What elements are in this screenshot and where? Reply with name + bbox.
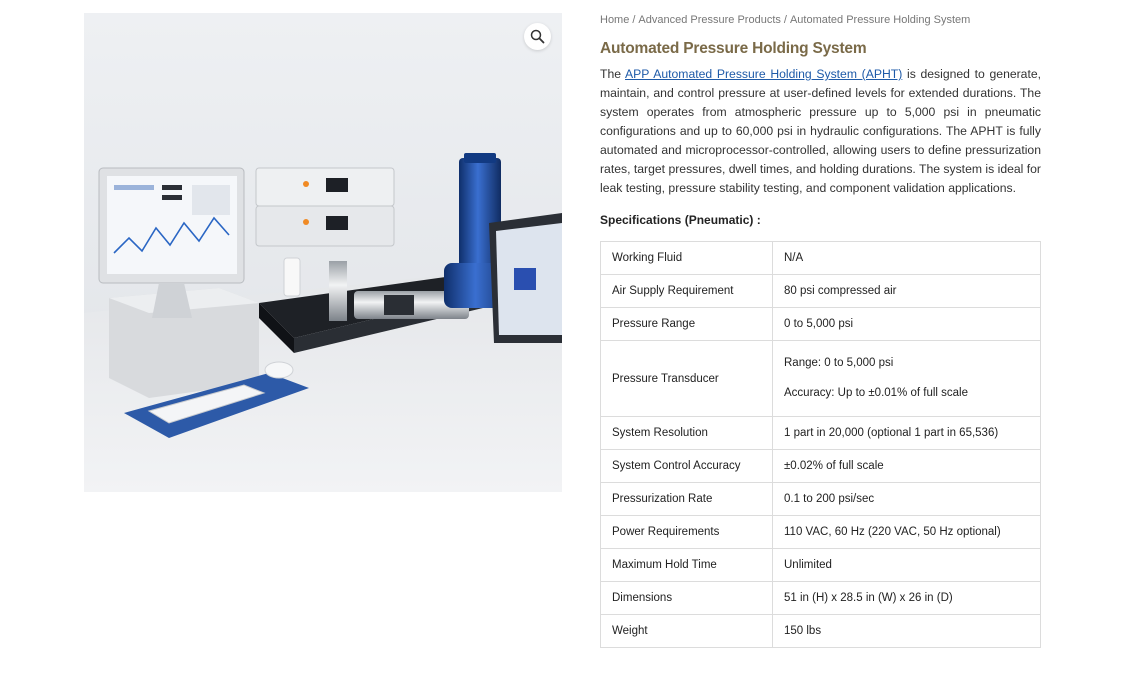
spec-label: Power Requirements <box>600 515 773 549</box>
spec-label: Pressure Transducer <box>600 340 773 417</box>
spec-value: 0.1 to 200 psi/sec <box>772 482 1041 516</box>
table-row: System Control Accuracy ±0.02% of full s… <box>600 449 1041 483</box>
table-row: Pressurization Rate 0.1 to 200 psi/sec <box>600 482 1041 516</box>
spec-label: System Control Accuracy <box>600 449 773 483</box>
spec-label: Air Supply Requirement <box>600 274 773 308</box>
spec-value: 80 psi compressed air <box>772 274 1041 308</box>
product-title: Automated Pressure Holding System <box>600 40 867 57</box>
specs-table: Working Fluid N/A Air Supply Requirement… <box>600 241 1041 648</box>
breadcrumb-category[interactable]: Advanced Pressure Products <box>638 14 780 26</box>
spec-label: Working Fluid <box>600 241 773 275</box>
spec-value-line: Accuracy: Up to ±0.01% of full scale <box>784 387 969 399</box>
table-row: Weight 150 lbs <box>600 614 1041 648</box>
spec-label: Weight <box>600 614 773 648</box>
spec-value: 110 VAC, 60 Hz (220 VAC, 50 Hz optional) <box>772 515 1041 549</box>
description-body: is designed to generate, maintain, and c… <box>600 67 1042 195</box>
table-row: Air Supply Requirement 80 psi compressed… <box>600 274 1041 308</box>
breadcrumb-separator: / <box>783 14 787 26</box>
breadcrumb-home[interactable]: Home <box>600 14 629 26</box>
table-row: Power Requirements 110 VAC, 60 Hz (220 V… <box>600 515 1041 549</box>
table-row: Pressure Range 0 to 5,000 psi <box>600 307 1041 341</box>
spec-label: Maximum Hold Time <box>600 548 773 582</box>
product-description: The APP Automated Pressure Holding Syste… <box>600 65 1041 198</box>
breadcrumb-separator: / <box>632 14 636 26</box>
product-image-gallery[interactable] <box>84 13 562 492</box>
table-row: Maximum Hold Time Unlimited <box>600 548 1041 582</box>
table-row: System Resolution 1 part in 20,000 (opti… <box>600 416 1041 450</box>
spec-value: ±0.02% of full scale <box>772 449 1041 483</box>
breadcrumb: Home / Advanced Pressure Products / Automate… <box>600 14 970 26</box>
product-image[interactable] <box>84 13 562 492</box>
product-link[interactable]: APP Automated Pressure Holding System (A… <box>625 67 902 81</box>
spec-label: Dimensions <box>600 581 773 615</box>
spec-value: 150 lbs <box>772 614 1041 648</box>
spec-value: 51 in (H) x 28.5 in (W) x 26 in (D) <box>772 581 1041 615</box>
spec-value: Range: 0 to 5,000 psi Accuracy: Up to ±0… <box>772 340 1041 417</box>
spec-value: N/A <box>772 241 1041 275</box>
magnifier-icon <box>530 29 545 44</box>
zoom-button[interactable] <box>524 23 551 50</box>
table-row: Dimensions 51 in (H) x 28.5 in (W) x 26 … <box>600 581 1041 615</box>
table-row: Working Fluid N/A <box>600 241 1041 275</box>
spec-value: Unlimited <box>772 548 1041 582</box>
table-row: Pressure Transducer Range: 0 to 5,000 ps… <box>600 340 1041 417</box>
spec-label: Pressurization Rate <box>600 482 773 516</box>
spec-value: 1 part in 20,000 (optional 1 part in 65,… <box>772 416 1041 450</box>
breadcrumb-current: Automated Pressure Holding System <box>789 14 971 26</box>
spec-value: 0 to 5,000 psi <box>772 307 1041 341</box>
spec-label: System Resolution <box>600 416 773 450</box>
specs-heading: Specifications (Pneumatic) : <box>600 213 761 227</box>
spec-value-line: Range: 0 to 5,000 psi <box>784 357 894 369</box>
spec-label: Pressure Range <box>600 307 773 341</box>
description-prefix: The <box>600 67 626 81</box>
